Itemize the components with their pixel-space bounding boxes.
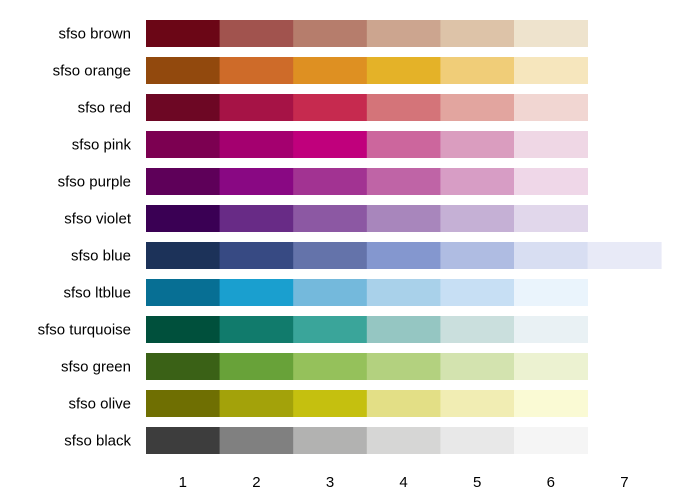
color-swatch xyxy=(366,168,441,195)
color-swatch xyxy=(146,316,220,343)
color-swatch xyxy=(440,94,515,121)
color-swatch xyxy=(366,57,441,84)
color-swatch xyxy=(293,279,368,306)
color-swatch xyxy=(293,427,368,454)
x-tick-label: 7 xyxy=(620,474,628,491)
color-swatch xyxy=(440,168,515,195)
color-swatch xyxy=(366,205,441,232)
color-swatch xyxy=(146,20,220,47)
row-labels: sfso brown sfso orange sfso red sfso pink sf… xyxy=(38,26,132,450)
color-swatch xyxy=(293,353,368,380)
color-swatch xyxy=(293,20,368,47)
color-swatch xyxy=(146,242,220,269)
row-label: sfso green xyxy=(61,359,131,376)
x-tick-label: 1 xyxy=(179,474,187,491)
color-swatch xyxy=(293,131,368,158)
color-swatch xyxy=(366,242,441,269)
color-swatch xyxy=(440,131,515,158)
color-swatch xyxy=(219,57,294,84)
color-swatch xyxy=(514,57,588,84)
color-swatch xyxy=(514,279,588,306)
color-swatch xyxy=(440,427,515,454)
color-swatch xyxy=(146,131,220,158)
color-swatch xyxy=(146,390,220,417)
color-swatch xyxy=(440,20,515,47)
color-swatch xyxy=(514,20,588,47)
x-axis-tick-labels: 1 2 3 4 5 6 7 xyxy=(179,474,629,491)
row-label: sfso purple xyxy=(58,174,131,191)
color-swatch xyxy=(219,131,294,158)
color-swatch xyxy=(219,390,294,417)
color-swatch xyxy=(440,279,515,306)
color-swatch xyxy=(440,57,515,84)
color-swatch xyxy=(219,427,294,454)
color-swatch xyxy=(514,94,588,121)
row-label: sfso violet xyxy=(64,211,132,228)
x-tick-label: 2 xyxy=(252,474,260,491)
color-swatch xyxy=(366,131,441,158)
color-swatch xyxy=(440,316,515,343)
color-swatch xyxy=(366,353,441,380)
row-label: sfso turquoise xyxy=(38,322,131,339)
x-tick-label: 4 xyxy=(399,474,407,491)
color-swatch xyxy=(146,205,220,232)
color-swatch xyxy=(440,242,515,269)
color-swatch xyxy=(146,168,220,195)
color-swatch xyxy=(219,205,294,232)
color-swatch xyxy=(514,353,588,380)
color-swatch xyxy=(514,205,588,232)
color-swatch xyxy=(366,20,441,47)
color-swatch xyxy=(514,168,588,195)
color-swatch xyxy=(366,94,441,121)
color-swatch xyxy=(146,94,220,121)
row-label: sfso blue xyxy=(71,248,131,265)
color-swatch xyxy=(514,131,588,158)
color-swatch xyxy=(219,168,294,195)
row-label: sfso orange xyxy=(53,63,131,80)
color-swatch xyxy=(146,353,220,380)
color-swatch xyxy=(293,242,368,269)
color-swatch xyxy=(293,168,368,195)
color-swatch xyxy=(219,353,294,380)
color-swatch xyxy=(514,390,588,417)
color-swatch xyxy=(219,316,294,343)
palette-chart: sfso brown sfso orange sfso red sfso pink sf… xyxy=(38,20,662,491)
color-swatch xyxy=(366,279,441,306)
color-swatch xyxy=(146,279,220,306)
color-swatch xyxy=(587,242,662,269)
color-swatch xyxy=(440,353,515,380)
color-swatch xyxy=(146,57,220,84)
color-swatch xyxy=(219,94,294,121)
x-tick-label: 3 xyxy=(326,474,334,491)
color-swatch xyxy=(366,390,441,417)
color-swatch xyxy=(146,427,220,454)
color-swatch xyxy=(514,242,588,269)
color-swatch xyxy=(293,94,368,121)
color-swatch xyxy=(219,20,294,47)
color-swatch xyxy=(440,390,515,417)
color-swatch xyxy=(366,427,441,454)
color-swatch xyxy=(219,242,294,269)
row-label: sfso red xyxy=(78,100,131,117)
x-tick-label: 5 xyxy=(473,474,481,491)
color-swatch xyxy=(293,316,368,343)
color-swatch xyxy=(514,427,588,454)
swatch-grid xyxy=(146,20,662,454)
color-swatch xyxy=(514,316,588,343)
row-label: sfso ltblue xyxy=(63,285,131,302)
color-swatch xyxy=(366,316,441,343)
color-swatch xyxy=(293,205,368,232)
color-swatch xyxy=(440,205,515,232)
row-label: sfso olive xyxy=(68,396,131,413)
row-label: sfso brown xyxy=(58,26,131,43)
row-label: sfso pink xyxy=(72,137,132,154)
color-swatch xyxy=(219,279,294,306)
x-tick-label: 6 xyxy=(547,474,555,491)
color-swatch xyxy=(293,390,368,417)
row-label: sfso black xyxy=(64,433,131,450)
color-swatch xyxy=(293,57,368,84)
